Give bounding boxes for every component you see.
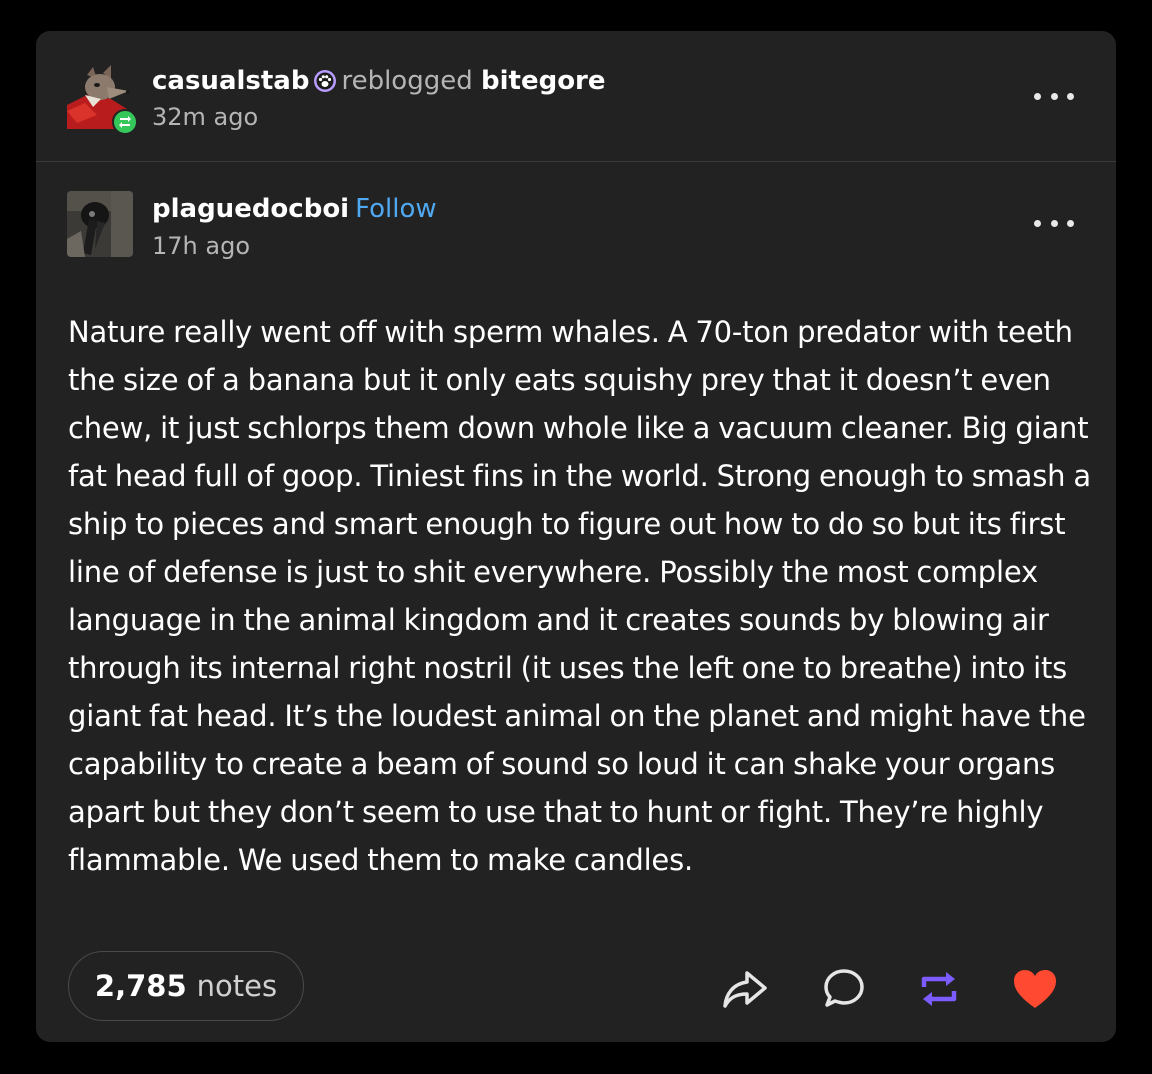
post-body: Nature really went off with sperm whales… [68, 315, 1091, 877]
reblog-source-username[interactable]: bitegore [481, 66, 606, 96]
reblog-header: casualstab reblogged bitegore 32m ago [36, 31, 1116, 162]
heart-icon[interactable] [1010, 965, 1060, 1013]
reblog-icon[interactable] [914, 965, 964, 1013]
reblog-badge-icon [112, 109, 138, 135]
reblogger-username[interactable]: casualstab [152, 66, 309, 96]
reblog-timestamp: 32m ago [152, 103, 259, 131]
post-card: casualstab reblogged bitegore 32m ago pl… [36, 31, 1116, 1042]
follow-button[interactable]: Follow [355, 194, 437, 224]
notes-button[interactable]: 2,785 notes [68, 951, 304, 1021]
notes-count: 2,785 [94, 969, 187, 1003]
reply-icon[interactable] [819, 965, 869, 1013]
more-dots-icon[interactable] [1034, 217, 1074, 229]
share-icon[interactable] [720, 965, 770, 1013]
reblog-line: casualstab reblogged bitegore [152, 65, 606, 101]
more-dots-icon[interactable] [1034, 90, 1074, 102]
reblog-action: reblogged [341, 66, 473, 96]
author-username[interactable]: plaguedocboi [152, 194, 349, 224]
paw-badge-icon [313, 69, 337, 101]
notes-label: notes [196, 969, 278, 1003]
author-avatar[interactable] [67, 191, 133, 257]
post-timestamp: 17h ago [152, 232, 251, 260]
author-line: plaguedocboi Follow [152, 193, 437, 225]
